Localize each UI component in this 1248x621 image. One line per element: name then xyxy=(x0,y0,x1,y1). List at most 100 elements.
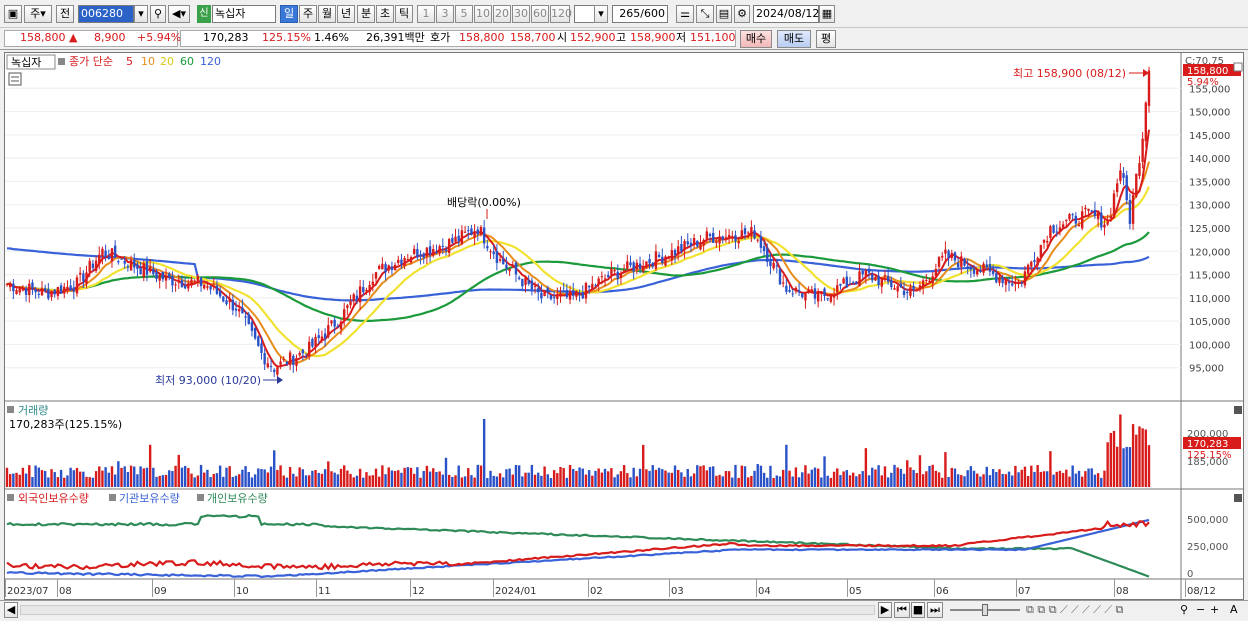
stop-icon[interactable]: ■ xyxy=(911,602,925,618)
volume-bar xyxy=(333,472,336,487)
candle-body xyxy=(1052,225,1055,233)
forward-icon[interactable]: ⏭ xyxy=(927,602,943,618)
interval-1-button[interactable]: 1 xyxy=(417,5,435,23)
candle-body xyxy=(530,280,534,290)
interval-dropdown-icon[interactable]: ▾ xyxy=(594,5,608,23)
code-dropdown-icon[interactable]: ▾ xyxy=(134,5,148,23)
candle-body xyxy=(963,258,966,266)
avg-button[interactable]: 평 xyxy=(816,30,836,48)
gear-icon[interactable]: ⚙ xyxy=(734,5,750,23)
volume-bar xyxy=(174,465,177,487)
stock-code-input[interactable]: 006280 xyxy=(78,5,134,23)
volume-bar xyxy=(960,475,963,487)
x-axis: 2023/07 08 09 10 11 12 2024/01 02 03 04 05 06 07 08 08… xyxy=(5,579,1216,597)
view-mode-icons[interactable]: ⧉ ⧉ ⧉ ⟋ ⟋ ⟋ ⟋ ⟋ ⧉ xyxy=(1026,603,1123,617)
candle-body xyxy=(1055,231,1058,233)
foreign-holding-label: 외국인보유수량 xyxy=(18,492,89,505)
volume-bar xyxy=(295,476,298,487)
zoom-search-icon[interactable]: ⚲ xyxy=(1180,603,1188,617)
volume-bar xyxy=(199,464,203,487)
candle-type-icon[interactable]: ⚌ xyxy=(676,5,694,23)
volume-bar xyxy=(56,477,60,487)
volume-bar xyxy=(969,466,973,487)
date-input[interactable]: 2024/08/12 xyxy=(753,5,819,23)
candle-body xyxy=(804,292,807,301)
volume-bar xyxy=(352,477,355,487)
prev-button[interactable]: 전 xyxy=(56,5,74,23)
volume-bar xyxy=(285,477,289,487)
candle-body xyxy=(276,367,279,375)
candle-body xyxy=(1128,199,1132,225)
candle-body xyxy=(845,276,848,288)
low-annotation: 최저 93,000 (10/20) xyxy=(155,374,261,387)
candle-body xyxy=(883,275,887,277)
period-minute-button[interactable]: 분 xyxy=(357,5,375,23)
volume-bar xyxy=(629,477,632,487)
interval-3-button[interactable]: 3 xyxy=(436,5,454,23)
scroll-left-icon[interactable]: ◀ xyxy=(4,602,18,618)
y-tick-label: 110,000 xyxy=(1189,294,1230,305)
candle-body xyxy=(155,272,158,279)
candle-body xyxy=(50,291,53,297)
horizontal-scrollbar[interactable] xyxy=(20,605,875,615)
speaker-icon[interactable]: ◀▾ xyxy=(168,5,190,23)
period-month-button[interactable]: 월 xyxy=(318,5,336,23)
save-icon[interactable]: ▤ xyxy=(716,5,732,23)
volume-bar xyxy=(781,469,785,487)
volume-close-icon[interactable] xyxy=(1234,406,1242,414)
volume-bar xyxy=(890,472,893,487)
period-week-button[interactable]: 주 xyxy=(299,5,317,23)
panel-grid-icon[interactable] xyxy=(8,72,22,86)
volume-bar xyxy=(190,473,193,487)
font-size-icon[interactable]: A xyxy=(1230,603,1238,617)
interval-60-button[interactable]: 60 xyxy=(531,5,549,23)
volume-bar xyxy=(94,471,98,487)
sell-button[interactable]: 매도 xyxy=(777,30,811,48)
interval-20-button[interactable]: 20 xyxy=(493,5,511,23)
window-menu-icon[interactable]: ▣ xyxy=(4,5,22,23)
interval-10-button[interactable]: 10 xyxy=(474,5,492,23)
period-second-button[interactable]: 초 xyxy=(376,5,394,23)
volume-bar xyxy=(346,470,349,487)
zoom-slider-handle[interactable] xyxy=(982,604,988,616)
market-type-select[interactable]: 주▾ xyxy=(24,5,52,23)
holdings-close-icon[interactable] xyxy=(1234,494,1242,502)
scroll-right-icon[interactable]: ▶ xyxy=(878,602,892,618)
interval-5-button[interactable]: 5 xyxy=(455,5,473,23)
volume-bar xyxy=(982,474,985,487)
count-input[interactable]: 265/600 xyxy=(612,5,668,23)
buy-button[interactable]: 매수 xyxy=(740,30,772,48)
candle-body xyxy=(215,285,219,294)
candle-body xyxy=(101,248,104,257)
draw-tool-icon[interactable]: ⤡ xyxy=(696,5,714,23)
stock-name-field[interactable]: 녹십자 xyxy=(212,5,276,23)
y-tick-label: 145,000 xyxy=(1189,131,1230,142)
rewind-icon[interactable]: ⏮ xyxy=(894,602,910,618)
candle-body xyxy=(969,266,973,270)
chart-area[interactable]: 녹십자 종가 단순 5 10 20 60 120 C:70.75 155,000… xyxy=(4,52,1244,600)
period-day-button[interactable]: 일 xyxy=(280,5,298,23)
candle-body xyxy=(991,271,995,274)
search-icon[interactable]: ⚲ xyxy=(150,5,166,23)
volume-bar xyxy=(702,465,705,487)
volume-bar xyxy=(416,467,419,487)
candle-body xyxy=(428,246,432,255)
interval-30-button[interactable]: 30 xyxy=(512,5,530,23)
period-year-button[interactable]: 년 xyxy=(337,5,355,23)
y-tick-label: 150,000 xyxy=(1189,108,1230,119)
y-tick-label: 100,000 xyxy=(1189,340,1230,351)
calendar-icon[interactable]: ▦ xyxy=(819,5,835,23)
price-close-icon[interactable] xyxy=(1233,62,1243,72)
period-tick-button[interactable]: 틱 xyxy=(395,5,413,23)
zoom-in-icon[interactable]: + xyxy=(1210,603,1219,617)
chart-canvas[interactable]: 녹십자 종가 단순 5 10 20 60 120 C:70.75 155,000… xyxy=(5,53,1243,599)
volume-bar xyxy=(871,467,874,487)
zoom-out-icon[interactable]: − xyxy=(1196,603,1205,617)
volume-bar xyxy=(864,448,868,487)
volume-bar xyxy=(253,474,257,487)
interval-120-button[interactable]: 120 xyxy=(550,5,572,23)
candle-body xyxy=(330,320,333,324)
volume-bar xyxy=(362,477,365,487)
candle-body xyxy=(78,272,82,275)
volume-bar xyxy=(861,471,864,487)
